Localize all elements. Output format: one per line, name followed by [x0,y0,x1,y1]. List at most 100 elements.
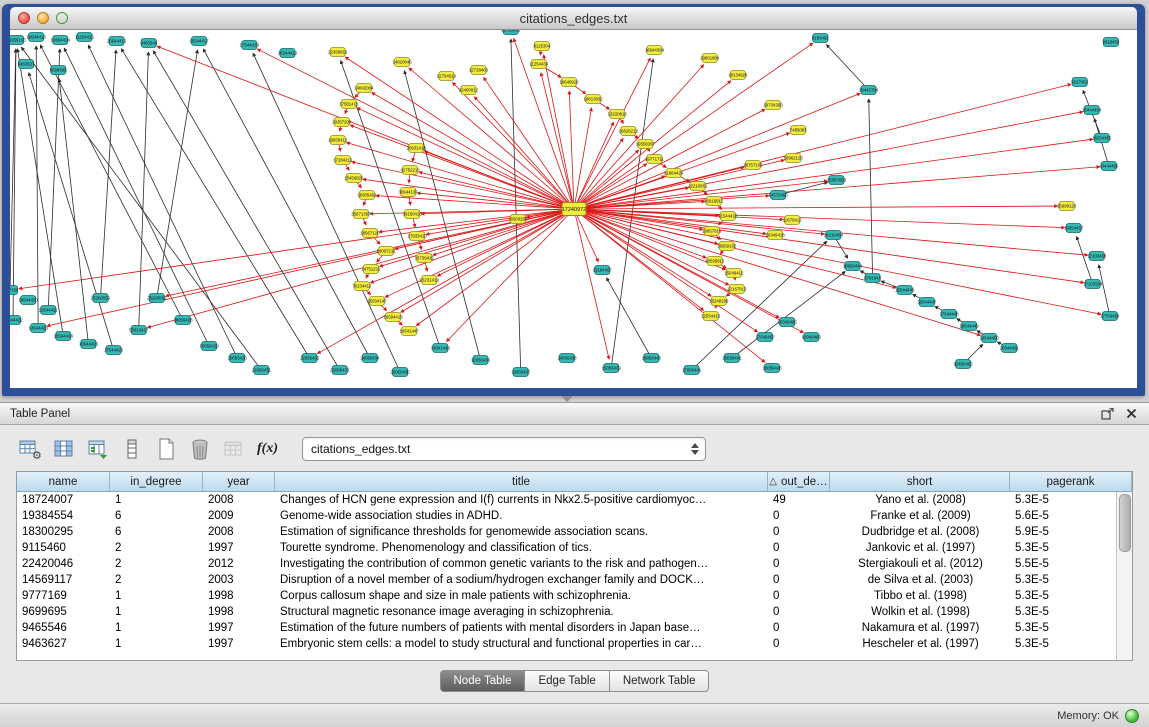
graph-node[interactable]: 17284219 [333,156,353,165]
table-cell-out_degree[interactable]: 0 [768,572,830,588]
memory-indicator-icon[interactable] [1125,709,1139,723]
graph-node[interactable]: 20357209 [332,118,352,127]
column-header-out_degree[interactable]: △out_de… [768,472,830,492]
graph-node[interactable]: 12754519 [437,72,457,81]
graph-node[interactable]: 35671397 [351,210,371,219]
graph-node[interactable]: 19771711 [645,155,664,164]
tab-node-table[interactable]: Node Table [440,670,526,692]
table-cell-out_degree[interactable]: 0 [768,620,830,636]
graph-node[interactable]: 21056431 [252,366,272,375]
tab-edge-table[interactable]: Edge Table [525,670,609,692]
graph-node[interactable]: 55013427 [129,326,149,335]
graph-node[interactable]: 16544425 [79,340,99,349]
graph-node[interactable]: 42752212 [401,166,421,175]
vertical-scrollbar[interactable] [1116,492,1132,660]
graph-node[interactable]: 38150416 [403,210,423,219]
graph-node[interactable]: 13544422 [10,316,23,325]
graph-node[interactable]: 17544418 [240,41,260,50]
table-cell-pagerank[interactable]: 5.3E-5 [1010,620,1132,636]
network-graph-area[interactable]: 1724097222368662148200461275451914842004… [10,30,1137,388]
graph-node[interactable]: 20931418 [407,144,427,153]
table-cell-year[interactable]: 1998 [203,604,275,620]
column-header-short[interactable]: short [830,472,1010,492]
graph-node[interactable]: 16626212 [619,127,639,136]
table-cell-year[interactable]: 2009 [203,508,275,524]
table-row[interactable]: 977716911998Corpus callosum shape and si… [17,588,1132,604]
table-cell-short[interactable]: Franke et al. (2009) [830,508,1010,524]
graph-node[interactable]: 25260560 [147,294,167,303]
table-cell-in_degree[interactable]: 6 [110,524,203,540]
graph-node[interactable]: 15544446 [895,286,915,295]
table-cell-title[interactable]: Structural magnetic resonance image aver… [275,604,768,620]
graph-node[interactable]: 12056436 [471,356,491,365]
close-window-button[interactable] [18,12,30,24]
graph-node[interactable]: 9227453 [1071,78,1088,87]
graph-node[interactable]: 25056435 [390,368,410,377]
graph-node[interactable]: 30944137 [399,188,419,197]
table-cell-name[interactable]: 18300295 [17,524,110,540]
graph-node[interactable]: 18134929 [728,71,748,80]
table-cell-in_degree[interactable]: 2 [110,540,203,556]
table-cell-out_degree[interactable]: 0 [768,508,830,524]
graph-node[interactable]: 15934147 [367,297,387,306]
graph-node[interactable]: 24056434 [360,354,380,363]
table-cell-pagerank[interactable]: 5.6E-5 [1010,508,1132,524]
table-cell-out_degree[interactable]: 0 [768,556,830,572]
graph-node[interactable]: 17933410 [408,232,428,241]
table-cell-year[interactable]: 1997 [203,540,275,556]
table-cell-short[interactable]: Hescheler et al. (1997) [830,636,1010,652]
close-panel-icon[interactable] [1123,407,1139,421]
graph-node[interactable]: 8125304 [533,42,550,51]
graph-node[interactable]: 18007211 [377,247,396,256]
graph-node[interactable]: 22368662 [328,48,348,57]
graph-node[interactable]: 16349418 [765,231,785,240]
table-cell-short[interactable]: Tibbo et al. (1998) [830,588,1010,604]
table-cell-title[interactable]: Estimation of the future numbers of pati… [275,620,768,636]
column-header-pagerank[interactable]: pagerank [1010,472,1132,492]
table-cell-out_degree[interactable]: 0 [768,604,830,620]
table-cell-name[interactable]: 9463627 [17,636,110,652]
graph-node[interactable]: 15587059 [827,176,847,185]
table-cell-out_degree[interactable]: 49 [768,492,830,508]
table-row[interactable]: 1456911722003Disruption of a novel membe… [17,572,1132,588]
function-builder-button[interactable]: f(x) [254,436,281,463]
graph-node[interactable]: 20544451 [1000,344,1020,353]
graph-node[interactable]: 14751212 [361,265,381,274]
table-cell-name[interactable]: 9465546 [17,620,110,636]
graph-node[interactable]: 18567120 [360,229,380,238]
graph-node[interactable]: 95723461 [501,30,521,35]
graph-node[interactable]: 19957016 [702,227,722,236]
table-cell-title[interactable]: Estimation of significance thresholds fo… [275,524,768,540]
graph-node[interactable]: 17581415 [339,100,359,109]
table-cell-title[interactable]: Genome-wide association studies in ADHD. [275,508,768,524]
graph-node[interactable]: 16959103 [10,36,26,45]
table-cell-short[interactable]: Jankovic et al. (1997) [830,540,1010,556]
graph-node[interactable]: 16739415 [415,254,435,263]
table-cell-name[interactable]: 22420046 [17,556,110,572]
graph-node[interactable]: 18595812 [705,257,725,266]
table-row[interactable]: 969969511998Structural magnetic resonanc… [17,604,1132,620]
table-row[interactable]: 1938455462009Genome-wide association stu… [17,508,1132,524]
graph-node[interactable]: 13220816 [608,110,628,119]
tab-network-table[interactable]: Network Table [610,670,710,692]
graph-node[interactable]: 16594413 [383,313,403,322]
table-cell-out_degree[interactable]: 0 [768,524,830,540]
graph-hub-node[interactable]: 17240972 [562,203,587,216]
add-column-button[interactable] [118,436,145,463]
table-cell-name[interactable]: 14569117 [17,572,110,588]
table-cell-short[interactable]: Stergiakouli et al. (2012) [830,556,1010,572]
graph-node[interactable]: 18544420 [19,296,39,305]
table-cell-year[interactable]: 2012 [203,556,275,572]
graph-node[interactable]: 18544413 [27,33,47,42]
table-cell-year[interactable]: 2008 [203,524,275,540]
delete-table-button[interactable] [186,436,213,463]
table-row[interactable]: 911546021997Tourette syndrome. Phenomeno… [17,540,1132,556]
graph-node[interactable]: 17103504 [1083,280,1103,289]
table-cell-pagerank[interactable]: 5.3E-5 [1010,572,1132,588]
window-titlebar[interactable]: citations_edges.txt [10,7,1137,30]
graph-node[interactable]: 22056432 [300,354,320,363]
graph-node[interactable]: 25260559 [91,294,111,303]
table-cell-year[interactable]: 2003 [203,572,275,588]
table-selector[interactable]: citations_edges.txt [302,437,706,461]
scrollbar-thumb[interactable] [1119,494,1131,552]
